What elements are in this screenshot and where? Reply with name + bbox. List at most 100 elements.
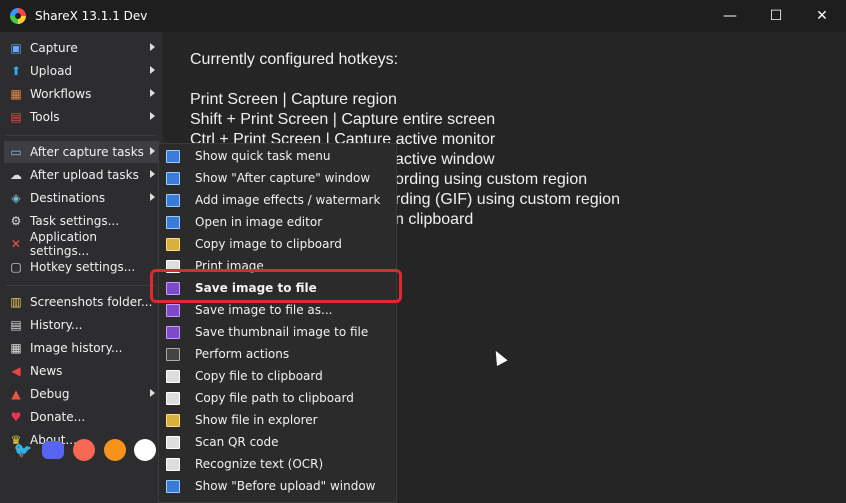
sidebar-item-label: Tools	[30, 110, 60, 124]
sidebar-item-label: Capture	[30, 41, 78, 55]
hotkey-settings-icon: ▢	[10, 260, 22, 274]
sidebar-item-label: Debug	[30, 387, 70, 401]
sidebar-item-after-capture-tasks[interactable]: ▭ After capture tasks	[4, 141, 159, 163]
history-icon: ▤	[10, 318, 22, 332]
sidebar-item-label: Destinations	[30, 191, 106, 205]
sidebar-item-history[interactable]: ▤ History...	[4, 314, 159, 336]
submenu-item-save-thumbnail[interactable]: Save thumbnail image to file	[161, 321, 394, 343]
image-history-icon: ▦	[10, 341, 22, 355]
sidebar-item-task-settings[interactable]: ⚙ Task settings...	[4, 210, 159, 232]
submenu-item-show-before-upload-window[interactable]: Show "Before upload" window	[161, 475, 394, 497]
close-button[interactable]: ✕	[799, 0, 845, 32]
window-icon	[166, 171, 180, 185]
news-icon: ◀	[11, 364, 21, 378]
sidebar-item-label: History...	[30, 318, 83, 332]
sidebar-item-destinations[interactable]: ◈ Destinations	[4, 187, 159, 209]
submenu-item-perform-actions[interactable]: Perform actions	[161, 343, 394, 365]
copy-file-icon	[166, 369, 180, 383]
highlight-box	[150, 269, 402, 303]
sidebar-item-debug[interactable]: ▲ Debug	[4, 383, 159, 405]
submenu-item-open-in-image-editor[interactable]: Open in image editor	[161, 211, 394, 233]
sidebar-item-upload[interactable]: ⬆ Upload	[4, 60, 159, 82]
sidebar-item-label: Upload	[30, 64, 73, 78]
sidebar-item-hotkey-settings[interactable]: ▢ Hotkey settings...	[4, 256, 159, 278]
hotkey-line: Shift + Print Screen | Capture entire sc…	[190, 111, 496, 128]
submenu-arrow-icon	[150, 89, 155, 97]
sidebar-item-news[interactable]: ◀ News	[4, 360, 159, 382]
sidebar-item-tools[interactable]: ▤ Tools	[4, 106, 159, 128]
sidebar-item-after-upload-tasks[interactable]: ☁ After upload tasks	[4, 164, 159, 186]
submenu-arrow-icon	[150, 389, 155, 397]
after-upload-icon: ☁	[10, 168, 22, 182]
application-settings-icon: ✕	[10, 237, 21, 251]
sidebar-item-donate[interactable]: ♥ Donate...	[4, 406, 159, 428]
twitter-icon[interactable]: 🐦	[11, 438, 35, 462]
before-upload-icon	[166, 479, 180, 493]
submenu-item-show-after-capture-window[interactable]: Show "After capture" window	[161, 167, 394, 189]
sidebar-item-workflows[interactable]: ▦ Workflows	[4, 83, 159, 105]
submenu-item-label: Show quick task menu	[195, 149, 331, 163]
sidebar-item-label: Image history...	[30, 341, 123, 355]
divider	[6, 135, 156, 136]
qr-code-icon	[166, 435, 180, 449]
upload-icon: ⬆	[10, 64, 22, 78]
folder-icon: ▥	[10, 295, 22, 309]
submenu-arrow-icon	[150, 170, 155, 178]
patreon-icon[interactable]	[73, 439, 95, 461]
submenu-arrow-icon	[150, 193, 155, 201]
submenu-item-label: Open in image editor	[195, 215, 323, 229]
tools-icon: ▤	[10, 110, 22, 124]
submenu-item-show-file-in-explorer[interactable]: Show file in explorer	[161, 409, 394, 431]
submenu-item-label: Recognize text (OCR)	[195, 457, 324, 471]
submenu-item-add-image-effects[interactable]: Add image effects / watermark	[161, 189, 394, 211]
image-editor-icon	[166, 215, 180, 229]
sidebar-item-label: Workflows	[30, 87, 92, 101]
sidebar-item-screenshots-folder[interactable]: ▥ Screenshots folder...	[4, 291, 159, 313]
maximize-button[interactable]: ☐	[753, 0, 799, 32]
sidebar-item-capture[interactable]: ▣ Capture	[4, 37, 159, 59]
terminal-icon	[166, 347, 180, 361]
sidebar-item-label: Screenshots folder...	[30, 295, 153, 309]
sharex-logo-icon	[10, 8, 26, 24]
heart-icon: ♥	[10, 410, 22, 424]
github-icon[interactable]	[134, 439, 156, 461]
hotkeys-heading: Currently configured hotkeys:	[190, 51, 399, 68]
sidebar-item-application-settings[interactable]: ✕ Application settings...	[4, 230, 159, 258]
divider	[6, 285, 156, 286]
submenu-item-label: Add image effects / watermark	[195, 193, 381, 207]
sidebar-item-label: News	[30, 364, 63, 378]
ocr-icon	[166, 457, 180, 471]
clipboard-icon	[166, 237, 180, 251]
submenu-item-label: Show "Before upload" window	[195, 479, 376, 493]
hotkey-line: Print Screen | Capture region	[190, 91, 397, 108]
submenu-arrow-icon	[150, 43, 155, 51]
destinations-icon: ◈	[11, 191, 21, 205]
sidebar-item-label: Task settings...	[30, 214, 120, 228]
minimize-button[interactable]: —	[707, 0, 753, 32]
submenu-item-copy-file-to-clipboard[interactable]: Copy file to clipboard	[161, 365, 394, 387]
capture-icon: ▣	[10, 41, 22, 55]
submenu-item-copy-image-to-clipboard[interactable]: Copy image to clipboard	[161, 233, 394, 255]
submenu-item-label: Copy file to clipboard	[195, 369, 323, 383]
quick-task-icon	[166, 149, 180, 163]
save-thumbnail-icon	[166, 325, 180, 339]
submenu-item-copy-file-path[interactable]: Copy file path to clipboard	[161, 387, 394, 409]
submenu-arrow-icon	[150, 112, 155, 120]
after-capture-submenu: Show quick task menu Show "After capture…	[158, 143, 397, 503]
bitcoin-icon[interactable]	[104, 439, 126, 461]
discord-icon[interactable]	[42, 441, 64, 459]
submenu-item-show-quick-task-menu[interactable]: Show quick task menu	[161, 145, 394, 167]
sidebar-item-label: After upload tasks	[30, 168, 139, 182]
sidebar: ▣ Capture ⬆ Upload ▦ Workflows ▤ Tools ▭…	[0, 32, 163, 503]
sidebar-item-image-history[interactable]: ▦ Image history...	[4, 337, 159, 359]
title-bar: ShareX 13.1.1 Dev — ☐ ✕	[0, 0, 846, 32]
submenu-item-recognize-text[interactable]: Recognize text (OCR)	[161, 453, 394, 475]
submenu-item-label: Copy image to clipboard	[195, 237, 342, 251]
workflows-icon: ▦	[10, 87, 22, 101]
submenu-item-scan-qr-code[interactable]: Scan QR code	[161, 431, 394, 453]
submenu-arrow-icon	[150, 147, 155, 155]
submenu-arrow-icon	[150, 66, 155, 74]
sidebar-item-label: Hotkey settings...	[30, 260, 136, 274]
save-as-icon	[166, 303, 180, 317]
submenu-item-label: Scan QR code	[195, 435, 279, 449]
